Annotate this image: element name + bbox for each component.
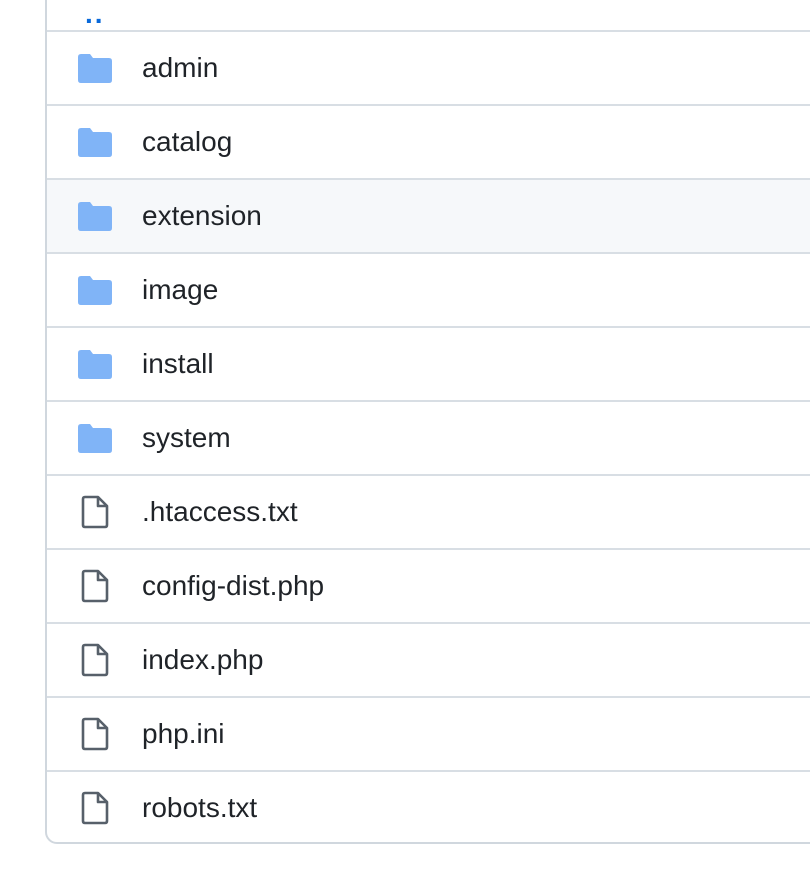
entry-name[interactable]: config-dist.php [142, 570, 324, 602]
entry-name[interactable]: install [142, 348, 214, 380]
list-item-folder-install[interactable]: install [47, 326, 810, 400]
entry-name[interactable]: catalog [142, 126, 232, 158]
list-item-folder-admin[interactable]: admin [47, 30, 810, 104]
folder-icon [78, 199, 112, 233]
file-icon [78, 717, 112, 751]
list-item-folder-image[interactable]: image [47, 252, 810, 326]
list-item-folder-catalog[interactable]: catalog [47, 104, 810, 178]
folder-icon [78, 421, 112, 455]
file-icon [78, 495, 112, 529]
entry-name[interactable]: extension [142, 200, 262, 232]
folder-icon [78, 347, 112, 381]
list-item-file-robots[interactable]: robots.txt [47, 770, 810, 842]
list-item-file-index[interactable]: index.php [47, 622, 810, 696]
folder-icon [78, 273, 112, 307]
entry-name[interactable]: system [142, 422, 231, 454]
list-item-file-php-ini[interactable]: php.ini [47, 696, 810, 770]
entry-name[interactable]: image [142, 274, 218, 306]
entry-name[interactable]: .htaccess.txt [142, 496, 298, 528]
list-item-folder-system[interactable]: system [47, 400, 810, 474]
list-item-folder-extension[interactable]: extension [47, 178, 810, 252]
list-item-file-htaccess[interactable]: .htaccess.txt [47, 474, 810, 548]
file-icon [78, 643, 112, 677]
folder-icon [78, 51, 112, 85]
entry-name[interactable]: php.ini [142, 718, 225, 750]
file-icon [78, 791, 112, 825]
entry-name[interactable]: robots.txt [142, 792, 257, 824]
entry-name[interactable]: admin [142, 52, 218, 84]
file-icon [78, 569, 112, 603]
folder-icon [78, 125, 112, 159]
entry-name[interactable]: index.php [142, 644, 263, 676]
parent-directory-link[interactable]: .. [85, 0, 105, 30]
file-browser-list: .. admin catalog extension image install [45, 0, 810, 844]
list-item-file-config-dist[interactable]: config-dist.php [47, 548, 810, 622]
